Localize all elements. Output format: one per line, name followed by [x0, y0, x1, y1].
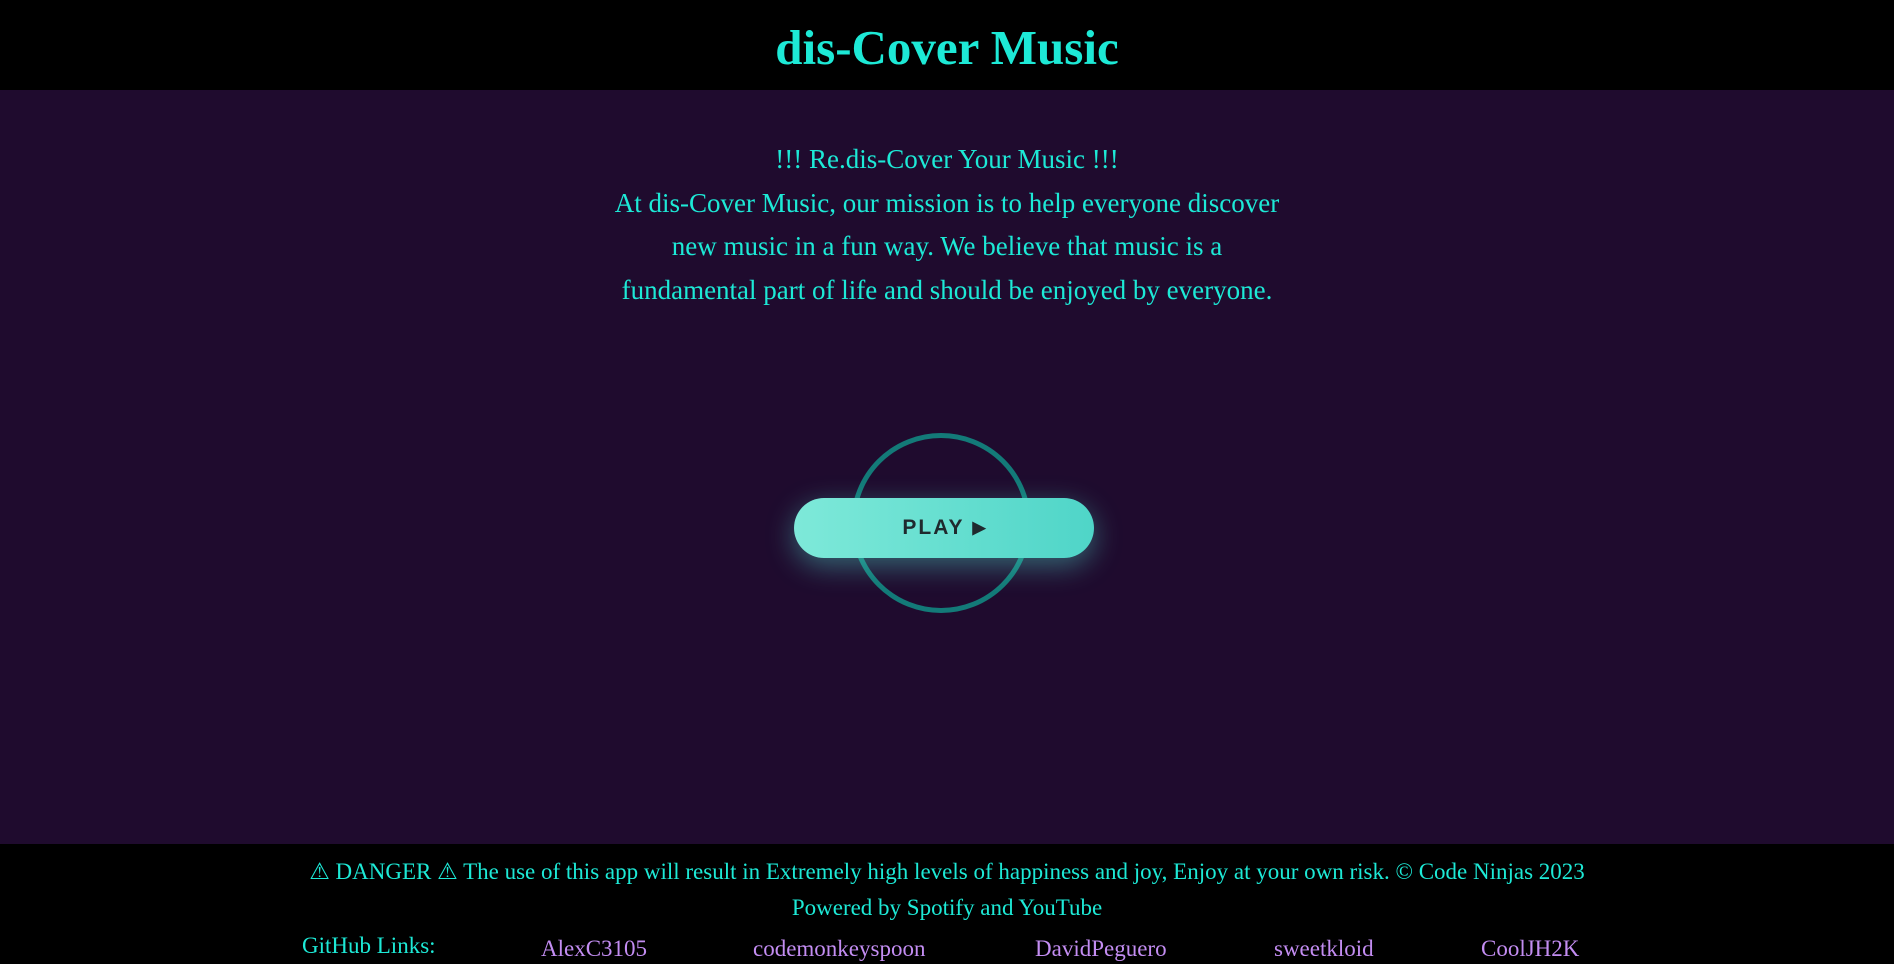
play-button[interactable]: PLAY ▶ [794, 498, 1094, 558]
play-button-label: PLAY [902, 516, 965, 539]
github-link-alexc3105[interactable]: AlexC3105 [541, 935, 647, 963]
site-header: dis-Cover Music [0, 0, 1894, 90]
github-link-sweetkloid[interactable]: sweetkloid [1274, 935, 1374, 963]
github-link-davidpeguero[interactable]: DavidPeguero [1035, 935, 1167, 963]
danger-notice: ⚠ DANGER ⚠ The use of this app will resu… [309, 859, 1585, 884]
main-content: !!! Re.dis-Cover Your Music !!! At dis-C… [0, 90, 1894, 844]
tagline: !!! Re.dis-Cover Your Music !!! [775, 144, 1119, 174]
github-link-codemonkeyspoon[interactable]: codemonkeyspoon [753, 935, 925, 963]
play-triangle-icon: ▶ [972, 518, 986, 537]
github-links-label: GitHub Links: [302, 933, 436, 958]
powered-by-text: Powered by Spotify and YouTube [791, 895, 1103, 920]
github-link-cooljh2k[interactable]: CoolJH2K [1481, 935, 1579, 963]
site-footer: ⚠ DANGER ⚠ The use of this app will resu… [0, 844, 1894, 964]
mission-line-2: new music in a fun way. We believe that … [671, 231, 1223, 261]
play-control: PLAY ▶ [794, 433, 1094, 623]
site-title: dis-Cover Music [775, 19, 1119, 75]
mission-line-3: fundamental part of life and should be e… [621, 274, 1273, 305]
intro-section: !!! Re.dis-Cover Your Music !!! At dis-C… [0, 138, 1894, 312]
mission-line-1: At dis-Cover Music, our mission is to he… [614, 187, 1280, 218]
